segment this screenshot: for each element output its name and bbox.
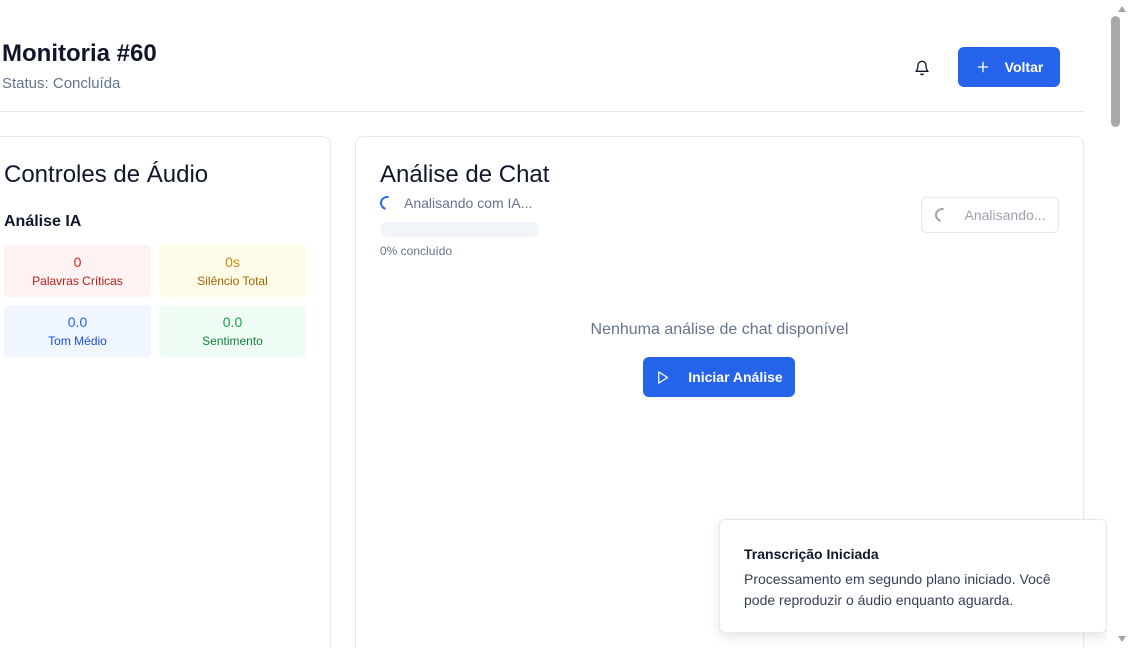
stat-label: Tom Médio: [48, 334, 107, 348]
stat-label: Sentimento: [202, 334, 263, 348]
stat-sentiment: 0.0 Sentimento: [159, 305, 306, 357]
plus-icon: [977, 61, 989, 73]
scrollbar-thumb[interactable]: [1111, 16, 1120, 127]
spinner-icon: [931, 205, 952, 225]
start-analysis-label: Iniciar Análise: [688, 369, 783, 385]
ai-analysis-subtitle: Análise IA: [4, 213, 82, 230]
stat-value: 0.0: [222, 314, 243, 330]
scroll-up-arrow-icon[interactable]: [1116, 3, 1128, 15]
page: Monitoria #60 Status: Concluída Voltar C…: [0, 0, 1137, 648]
audio-controls-title: Controles de Áudio: [4, 161, 209, 188]
analyzing-button[interactable]: Analisando...: [921, 197, 1059, 233]
stat-value: 0.0: [67, 314, 88, 330]
scroll-down-arrow-icon[interactable]: [1116, 633, 1128, 645]
page-header: Monitoria #60 Status: Concluída Voltar: [0, 0, 1085, 112]
chat-analysis-title: Análise de Chat: [380, 161, 550, 188]
analyzing-text: Analisando com IA...: [404, 195, 533, 211]
analyzing-button-label: Analisando...: [964, 207, 1046, 223]
progress-label: 0% concluído: [380, 244, 453, 258]
stat-average-tone: 0.0 Tom Médio: [4, 305, 151, 357]
play-icon: [658, 370, 669, 384]
stat-critical-words: 0 Palavras Críticas: [4, 245, 151, 297]
audio-controls-card: Controles de Áudio Análise IA 0 Palavras…: [0, 136, 331, 648]
stat-value: 0s: [225, 254, 240, 270]
analyzing-status: Analisando com IA...: [377, 193, 533, 213]
stat-label: Silêncio Total: [197, 274, 268, 288]
vertical-scrollbar[interactable]: [1107, 0, 1137, 648]
status-text: Status: Concluída: [2, 75, 121, 92]
empty-state-message: Nenhuma análise de chat disponível: [590, 321, 849, 338]
back-button[interactable]: Voltar: [958, 47, 1060, 87]
notifications-button[interactable]: [909, 55, 935, 81]
stat-label: Palavras Críticas: [32, 274, 123, 288]
stat-total-silence: 0s Silêncio Total: [159, 245, 306, 297]
page-title: Monitoria #60: [2, 40, 157, 67]
progress-bar: [380, 222, 539, 237]
toast-title: Transcrição Iniciada: [744, 546, 879, 562]
start-analysis-button[interactable]: Iniciar Análise: [643, 357, 795, 397]
bell-icon: [915, 60, 929, 76]
toast-notification[interactable]: Transcrição Iniciada Processamento em se…: [719, 519, 1107, 633]
toast-body: Processamento em segundo plano iniciado.…: [744, 571, 1051, 608]
back-button-label: Voltar: [1004, 59, 1044, 75]
spinner-icon: [377, 193, 397, 213]
stat-value: 0: [73, 254, 82, 270]
